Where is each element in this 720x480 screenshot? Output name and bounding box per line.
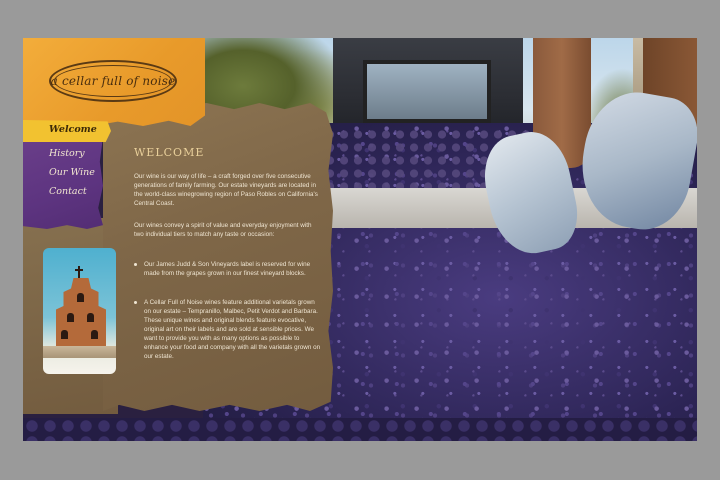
tractor-window xyxy=(363,60,491,123)
site-frame: a cellar full of noise Welcome History O… xyxy=(23,38,697,441)
cross-icon xyxy=(75,266,83,278)
nav-item-history[interactable]: History xyxy=(49,148,85,159)
nav-item-welcome[interactable]: Welcome xyxy=(49,124,97,135)
nav-item-our-wine[interactable]: Our Wine xyxy=(49,167,95,178)
intro-paragraph: Our wine is our way of life – a craft fo… xyxy=(134,173,318,207)
bell-opening xyxy=(87,313,94,322)
bell-opening xyxy=(61,330,68,339)
list-item: A Cellar Full of Noise wines feature add… xyxy=(134,298,322,361)
logo-text: a cellar full of noise xyxy=(50,74,176,88)
mission-wall xyxy=(43,346,116,358)
page-title: WELCOME xyxy=(134,146,205,159)
logo[interactable]: a cellar full of noise xyxy=(49,60,177,102)
nav-item-contact[interactable]: Contact xyxy=(49,186,87,197)
list-item-text: A Cellar Full of Noise wines feature add… xyxy=(144,299,321,360)
list-item: Our James Judd & Son Vineyards label is … xyxy=(134,260,322,278)
grape-foreground xyxy=(23,418,697,441)
bell-opening xyxy=(77,293,84,302)
bell-opening xyxy=(91,330,98,339)
bullet-dot xyxy=(134,263,137,266)
list-item-text: Our James Judd & Son Vineyards label is … xyxy=(144,261,311,277)
bullet-dot xyxy=(134,301,137,304)
mission-bell-tower-photo xyxy=(43,248,116,374)
logo-panel: a cellar full of noise xyxy=(23,38,205,126)
bell-opening xyxy=(67,313,74,322)
tiers-paragraph: Our wines convey a spirit of value and e… xyxy=(134,222,312,238)
